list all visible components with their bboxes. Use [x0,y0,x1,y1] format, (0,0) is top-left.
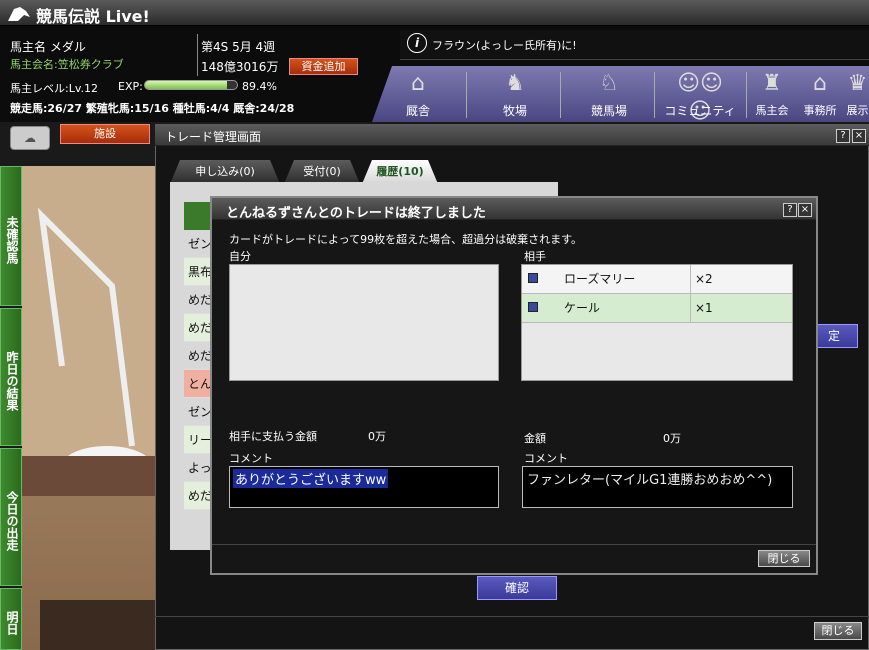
cloud-icon[interactable]: ☁ [10,126,50,150]
nav-label: 事務所 [803,104,837,117]
tab-history[interactable]: 履歴(10) [362,160,438,184]
partner-comment-field: ファンレター(マイルG1連勝おめおめ^^) [522,466,793,508]
card-limit-note: カードがトレードによって99枚を超えた場合、超過分は破棄されます。 [229,233,583,246]
notice-text[interactable]: フラウン(よっしー氏所有)に! [432,37,577,53]
facility-button[interactable]: 施設 [60,124,150,144]
nav-label: 競馬場 [590,104,627,118]
nav-exhibit[interactable]: ♛ 展示 [846,70,869,120]
dialog-help-icon[interactable]: ? [783,203,797,217]
add-funds-button[interactable]: 資金追加 [289,58,358,75]
dialog-close-button[interactable]: 閉じる [758,550,810,567]
help-icon[interactable]: ? [836,129,850,143]
exp-value: 89.4% [242,80,277,93]
partner-label: 相手 [524,250,546,263]
trade-result-dialog [210,196,818,575]
stable-icon: ⌂ [411,71,425,96]
nav-ranch[interactable]: ♞ 牧場 [478,70,552,120]
item-name: ローズマリー [564,272,636,286]
owners-club-icon: ♜ [762,71,782,96]
partner-comment-text: ファンレター(マイルG1連勝おめおめ^^) [527,473,773,488]
side-tab-today[interactable]: 今日の出走 [0,448,22,586]
pay-value: 0万 [368,430,386,443]
self-comment-label: コメント [229,452,273,465]
exp-bar-fill [145,81,228,89]
self-comment-text: ありがとうございますww [233,469,389,488]
nav-label: コミュニティ [664,104,736,118]
item-name: ケール [564,301,601,315]
owner-name: 馬主名 メダル [10,40,86,54]
partner-item-row[interactable]: ケール ×1 [522,294,792,323]
nav-label: 厩舎 [405,104,430,118]
amount-label: 金額 [524,432,546,445]
nav-divider [746,72,747,118]
exp-label: EXP: [118,80,143,93]
pay-label: 相手に支払う金額 [229,430,317,443]
character-portrait [40,600,155,650]
self-items-box [229,264,499,381]
nav-label: 馬主会 [755,104,789,117]
dialog-close-icon[interactable]: × [798,203,812,217]
self-comment-field[interactable]: ありがとうございますww [229,466,499,508]
owner-level: 馬主レベル:Lv.12 [10,82,98,95]
trade-manager-title: トレード管理画面 [165,130,262,144]
nav-office[interactable]: ⌂ 事務所 [798,70,842,120]
lamp-illustration [22,166,155,496]
info-icon[interactable]: i [407,33,427,53]
money-label: 148億3016万 [201,60,279,74]
close-icon[interactable]: × [852,129,866,143]
horse-status-counts: 競走馬:26/27 繁殖牝馬:15/16 種牡馬:4/4 厩舎:24/28 [10,102,295,115]
horse-icon: ♞ [505,71,525,96]
nav-divider [466,72,467,118]
tab-requests[interactable]: 申し込み(0) [170,160,280,184]
horse-logo-icon [8,7,30,21]
nav-owners-club[interactable]: ♜ 馬主会 [750,70,794,120]
nav-label: 牧場 [502,104,527,118]
side-tab-unconfirmed[interactable]: 未確認馬 [0,166,22,306]
side-tab-yesterday[interactable]: 昨日の結果 [0,308,22,446]
item-qty: ×1 [690,294,713,323]
nav-community[interactable]: ☺☺☺ コミュニティ [660,70,740,124]
jockey-icon: ♘ [599,71,619,96]
exp-bar [144,80,238,90]
club-name: 馬主会名:笠松券クラブ [10,58,124,71]
amount-value: 0万 [663,432,681,445]
office-icon: ⌂ [813,71,827,96]
partner-comment-label: コメント [524,452,568,465]
nav-stable[interactable]: ⌂ 厩舎 [386,70,450,120]
nav-divider [560,72,561,118]
trade-manager-header [155,124,869,146]
confirm-button[interactable]: 確認 [477,576,557,600]
divider [155,616,869,617]
divider [212,544,816,545]
card-icon [528,302,538,312]
week-label: 第4S 5月 4週 [201,40,276,54]
close-button[interactable]: 閉じる [814,622,862,640]
trophy-icon: ♛ [847,71,868,96]
dialog-title: とんねるずさんとのトレードは終了しました [226,206,486,221]
tab-received[interactable]: 受付(0) [284,160,360,184]
community-icon: ☺☺☺ [677,71,723,124]
card-icon [528,273,538,283]
app-title: 競馬伝説 Live! [36,7,150,26]
partner-item-row[interactable]: ローズマリー ×2 [522,265,792,294]
nav-racecourse[interactable]: ♘ 競馬場 [572,70,646,120]
nav-label: 展示 [846,104,869,117]
nav-divider [654,72,655,118]
item-qty: ×2 [690,265,713,294]
self-label: 自分 [229,250,251,263]
side-tab-tomorrow[interactable]: 明日 [0,588,22,650]
